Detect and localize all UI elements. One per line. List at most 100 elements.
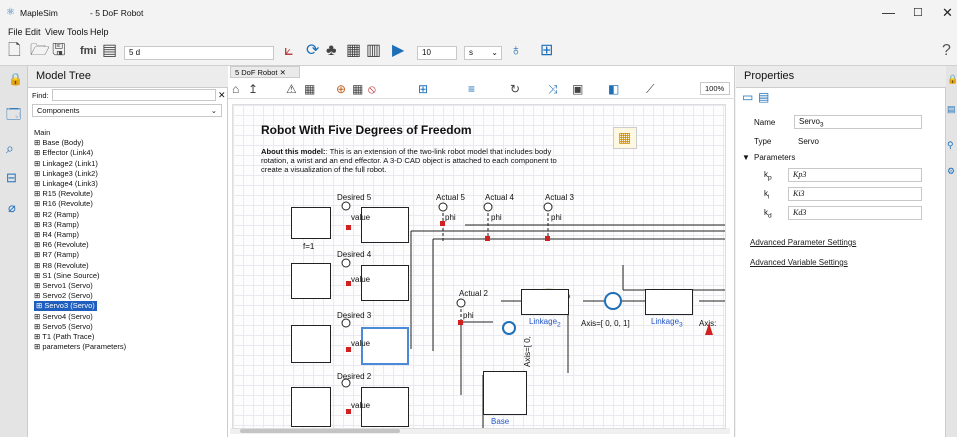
layout-icon[interactable]: ⊞ <box>418 79 428 99</box>
tree-item[interactable]: Main <box>34 128 50 138</box>
probe-icon[interactable]: ♁ <box>510 41 522 61</box>
up-level-icon[interactable]: ↥ <box>248 79 258 99</box>
tree-item[interactable]: ⊞ R16 (Revolute) <box>34 199 93 209</box>
tree-item[interactable]: ⊞ Linkage4 (Link3) <box>34 179 98 189</box>
tree-item[interactable]: ⊞ R3 (Ramp) <box>34 220 79 230</box>
param-value-field[interactable]: Kd3 <box>788 206 922 220</box>
swap-icon[interactable]: ⤨ <box>548 79 558 99</box>
maximize-button[interactable]: ☐ <box>913 6 923 19</box>
axis-short-label: Axis: <box>699 319 717 328</box>
tree-item[interactable]: ⊞ Base (Body) <box>34 138 84 148</box>
tree-item[interactable]: ⊞ parameters (Parameters) <box>34 342 126 352</box>
pin-icon[interactable]: ⚲ <box>947 140 954 151</box>
disable-icon[interactable]: ⦸ <box>368 79 376 99</box>
close-button[interactable]: ✕ <box>942 5 953 21</box>
ramp-block-2[interactable] <box>291 387 331 427</box>
run-simulation-icon[interactable]: ▶ <box>392 41 404 61</box>
tree-item[interactable]: ⊞ R6 (Revolute) <box>34 240 89 250</box>
wire-icon[interactable]: ⟋ <box>646 79 654 99</box>
home-icon[interactable]: ⌂ <box>232 79 239 99</box>
properties-view-icon[interactable]: ▭ <box>742 90 753 104</box>
tree-item[interactable]: ⊞ Servo3 (Servo) <box>34 301 97 312</box>
rotate-view-icon[interactable]: ↻ <box>510 79 520 99</box>
table-icon[interactable]: ▦ <box>346 41 361 61</box>
left-rail: 🔒 🗔 ⌕ ⊟ ⌀ <box>0 66 28 437</box>
scrollbar-thumb[interactable] <box>240 429 400 433</box>
menu-file[interactable]: File <box>8 27 23 37</box>
tree-item[interactable]: ⊞ R15 (Revolute) <box>34 189 93 199</box>
document-panel-icon[interactable]: ▤ <box>947 104 956 115</box>
minimize-button[interactable]: — <box>882 5 895 20</box>
simulation-time-field[interactable]: 10 <box>417 46 457 60</box>
param-value-field[interactable]: Ki3 <box>788 187 922 201</box>
tree-item[interactable]: ⊞ R4 (Ramp) <box>34 230 79 240</box>
linkage3-block[interactable] <box>645 289 693 315</box>
monitor-icon[interactable]: ▣ <box>572 79 583 99</box>
color-icon[interactable]: ◧ <box>608 79 619 99</box>
document-icon[interactable]: ▤ <box>102 41 117 61</box>
tree-item[interactable]: ⊞ Servo1 (Servo) <box>34 281 93 291</box>
ramp-block-3[interactable] <box>291 325 331 363</box>
clear-find-icon[interactable]: ✕ <box>218 90 226 101</box>
base-block[interactable] <box>483 371 527 415</box>
target-icon[interactable]: ⊕ <box>336 79 346 99</box>
components-filter-select[interactable]: Components ⌄ <box>32 104 222 117</box>
grid-icon[interactable]: ▦ <box>304 79 315 99</box>
new-file-icon[interactable]: 🗋 <box>8 41 21 61</box>
warning-icon[interactable]: ⚠ <box>286 79 297 99</box>
settings-icon[interactable]: ⚙ <box>947 166 955 177</box>
tree-item[interactable]: ⊞ Servo5 (Servo) <box>34 322 93 332</box>
plot-icon[interactable]: ⟀ <box>284 41 294 61</box>
add-component-icon[interactable]: ⊞ <box>540 41 553 61</box>
diagram-canvas[interactable]: Robot With Five Degrees of Freedom ▦ Abo… <box>232 104 726 429</box>
model-tree-tab-icon[interactable]: 🗔 <box>6 104 21 128</box>
linkage2-block[interactable] <box>521 289 569 315</box>
expand-icon[interactable]: ⊞ <box>34 332 42 341</box>
name-field[interactable]: Servo3 <box>794 115 922 129</box>
menu-edit[interactable]: Edit <box>25 27 41 37</box>
fmi-icon[interactable]: fmi <box>80 41 97 61</box>
advanced-variable-settings-link[interactable]: Advanced Variable Settings <box>750 258 848 267</box>
sine-source-block[interactable] <box>291 207 331 239</box>
attachment-icon[interactable]: ⌀ <box>8 200 16 216</box>
tree-item[interactable]: ⊞ R2 (Ramp) <box>34 210 79 220</box>
properties-title: Properties <box>744 70 795 82</box>
help-icon[interactable]: ? <box>942 41 951 61</box>
hierarchy-icon[interactable]: ♣ <box>326 41 337 61</box>
rotate-icon[interactable]: ⟳ <box>306 41 319 61</box>
path-field[interactable]: 5 d <box>124 46 274 60</box>
tree-item[interactable]: ⊞ Linkage2 (Link1) <box>34 159 98 169</box>
align-icon[interactable]: ≡ <box>468 79 475 99</box>
tree-item[interactable]: ⊞ T1 (Path Trace) <box>34 332 94 342</box>
hierarchy-tab-icon[interactable]: ⊟ <box>6 170 17 186</box>
tree-item[interactable]: ⊞ R8 (Revolute) <box>34 261 89 271</box>
tab-5dof-robot[interactable]: 5 DoF Robot ✕ <box>230 66 300 78</box>
tree-item-label: R8 (Revolute) <box>42 260 89 270</box>
zoom-field[interactable]: 100% <box>700 82 730 95</box>
tree-item[interactable]: ⊞ Linkage3 (Link2) <box>34 169 98 179</box>
menu-view[interactable]: View <box>45 27 64 37</box>
advanced-parameter-settings-link[interactable]: Advanced Parameter Settings <box>750 238 856 247</box>
search-icon[interactable]: ⌕ <box>6 140 14 157</box>
time-unit-select[interactable]: s ⌄ <box>464 46 502 60</box>
param-value-field[interactable]: Kp3 <box>788 168 922 182</box>
desired-2-label: Desired 2 <box>337 372 372 381</box>
menu-tools[interactable]: Tools <box>67 27 88 37</box>
tree-item[interactable]: ⊞ Servo4 (Servo) <box>34 312 93 322</box>
tree-item[interactable]: ⊞ Servo2 (Servo) <box>34 291 93 301</box>
close-tab-icon[interactable]: ✕ <box>280 68 286 77</box>
book-icon[interactable]: ▥ <box>366 41 381 61</box>
tree-item[interactable]: ⊞ Effector (Link4) <box>34 148 93 158</box>
tree-item[interactable]: ⊞ R7 (Ramp) <box>34 250 79 260</box>
lock-icon[interactable]: 🔒 <box>8 72 23 86</box>
tree-item[interactable]: ⊞ S1 (Sine Source) <box>34 271 100 281</box>
ramp-block-4[interactable] <box>291 263 331 299</box>
lock-icon[interactable]: 🔒 <box>947 74 957 85</box>
find-input[interactable] <box>52 89 216 101</box>
list-view-icon[interactable]: ▤ <box>758 90 769 104</box>
parameters-expand-icon[interactable]: ▼ <box>742 153 750 162</box>
open-folder-icon[interactable]: 🗁 <box>30 41 50 61</box>
save-icon[interactable]: 🖫 <box>52 41 66 61</box>
table-view-icon[interactable]: ▦ <box>352 79 363 99</box>
menu-help[interactable]: Help <box>90 27 109 37</box>
